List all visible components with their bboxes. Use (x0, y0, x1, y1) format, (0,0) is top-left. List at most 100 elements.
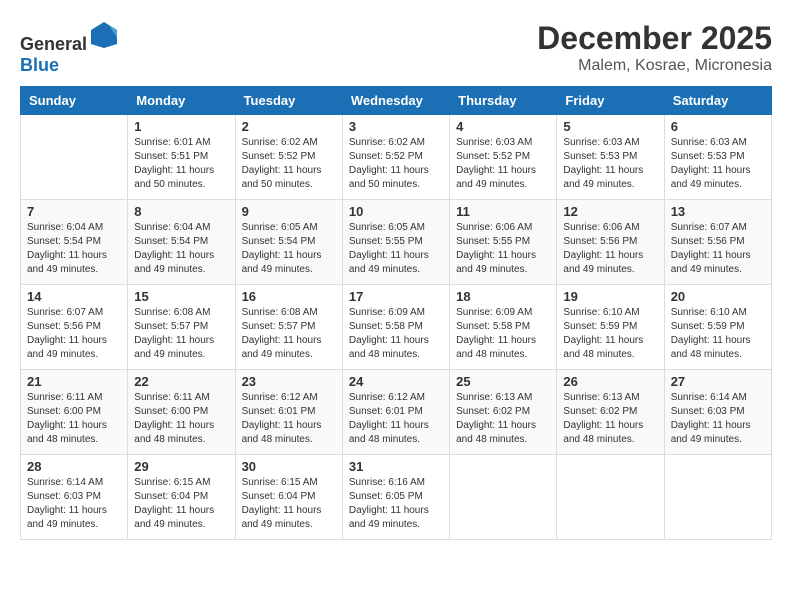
day-info: Sunrise: 6:11 AMSunset: 6:00 PMDaylight:… (134, 391, 228, 447)
calendar-day-cell: 6 Sunrise: 6:03 AMSunset: 5:53 PMDaylight… (664, 115, 771, 200)
day-number: 11 (456, 204, 550, 219)
day-number: 9 (242, 204, 336, 219)
day-number: 20 (671, 289, 765, 304)
day-info: Sunrise: 6:15 AMSunset: 6:04 PMDaylight:… (242, 476, 336, 532)
day-number: 16 (242, 289, 336, 304)
logo-general: General (20, 34, 87, 54)
day-info: Sunrise: 6:06 AMSunset: 5:55 PMDaylight:… (456, 221, 550, 277)
day-info: Sunrise: 6:10 AMSunset: 5:59 PMDaylight:… (671, 306, 765, 362)
day-number: 18 (456, 289, 550, 304)
day-info: Sunrise: 6:08 AMSunset: 5:57 PMDaylight:… (134, 306, 228, 362)
calendar-day-cell: 1 Sunrise: 6:01 AMSunset: 5:51 PMDaylight… (128, 115, 235, 200)
calendar-day-cell: 7 Sunrise: 6:04 AMSunset: 5:54 PMDaylight… (21, 200, 128, 285)
day-info: Sunrise: 6:01 AMSunset: 5:51 PMDaylight:… (134, 136, 228, 192)
calendar-day-cell: 31Sunrise: 6:16 AMSunset: 6:05 PMDayligh… (342, 455, 449, 540)
calendar-day-cell: 19Sunrise: 6:10 AMSunset: 5:59 PMDayligh… (557, 285, 664, 370)
calendar-day-cell: 12 Sunrise: 6:06 AMSunset: 5:56 PMDayligh… (557, 200, 664, 285)
day-number: 26 (563, 374, 657, 389)
calendar-day-cell (557, 455, 664, 540)
day-info: Sunrise: 6:02 AMSunset: 5:52 PMDaylight:… (349, 136, 443, 192)
calendar-body: 1 Sunrise: 6:01 AMSunset: 5:51 PMDaylight… (21, 115, 772, 540)
day-number: 2 (242, 119, 336, 134)
calendar-day-cell (21, 115, 128, 200)
calendar-day-cell: 27Sunrise: 6:14 AMSunset: 6:03 PMDayligh… (664, 370, 771, 455)
day-info: Sunrise: 6:08 AMSunset: 5:57 PMDaylight:… (242, 306, 336, 362)
day-info: Sunrise: 6:05 AMSunset: 5:54 PMDaylight:… (242, 221, 336, 277)
day-number: 23 (242, 374, 336, 389)
day-info: Sunrise: 6:07 AMSunset: 5:56 PMDaylight:… (671, 221, 765, 277)
logo-blue: Blue (20, 55, 59, 75)
day-number: 12 (563, 204, 657, 219)
calendar-day-cell: 29 Sunrise: 6:15 AMSunset: 6:04 PMDayligh… (128, 455, 235, 540)
calendar-header-row: SundayMondayTuesdayWednesdayThursdayFrid… (21, 87, 772, 115)
calendar-day-cell: 15 Sunrise: 6:08 AMSunset: 5:57 PMDayligh… (128, 285, 235, 370)
calendar-day-cell: 20 Sunrise: 6:10 AMSunset: 5:59 PMDayligh… (664, 285, 771, 370)
day-number: 27 (671, 374, 765, 389)
calendar-day-cell: 2 Sunrise: 6:02 AMSunset: 5:52 PMDaylight… (235, 115, 342, 200)
day-info: Sunrise: 6:11 AMSunset: 6:00 PMDaylight:… (27, 391, 121, 447)
day-number: 13 (671, 204, 765, 219)
logo-icon (89, 20, 119, 50)
calendar-day-cell: 3Sunrise: 6:02 AMSunset: 5:52 PMDaylight… (342, 115, 449, 200)
day-number: 28 (27, 459, 121, 474)
calendar-week-row: 21Sunrise: 6:11 AMSunset: 6:00 PMDayligh… (21, 370, 772, 455)
day-info: Sunrise: 6:14 AMSunset: 6:03 PMDaylight:… (27, 476, 121, 532)
calendar-weekday-header: Tuesday (235, 87, 342, 115)
day-number: 6 (671, 119, 765, 134)
day-info: Sunrise: 6:09 AMSunset: 5:58 PMDaylight:… (349, 306, 443, 362)
calendar-day-cell: 5Sunrise: 6:03 AMSunset: 5:53 PMDaylight… (557, 115, 664, 200)
calendar-table: SundayMondayTuesdayWednesdayThursdayFrid… (20, 86, 772, 540)
calendar-day-cell: 24Sunrise: 6:12 AMSunset: 6:01 PMDayligh… (342, 370, 449, 455)
calendar-day-cell: 18 Sunrise: 6:09 AMSunset: 5:58 PMDayligh… (450, 285, 557, 370)
day-number: 15 (134, 289, 228, 304)
calendar-weekday-header: Friday (557, 87, 664, 115)
calendar-weekday-header: Thursday (450, 87, 557, 115)
calendar-day-cell: 30 Sunrise: 6:15 AMSunset: 6:04 PMDayligh… (235, 455, 342, 540)
calendar-day-cell: 10Sunrise: 6:05 AMSunset: 5:55 PMDayligh… (342, 200, 449, 285)
calendar-day-cell: 4 Sunrise: 6:03 AMSunset: 5:52 PMDaylight… (450, 115, 557, 200)
day-info: Sunrise: 6:03 AMSunset: 5:53 PMDaylight:… (671, 136, 765, 192)
day-info: Sunrise: 6:15 AMSunset: 6:04 PMDaylight:… (134, 476, 228, 532)
day-number: 30 (242, 459, 336, 474)
day-info: Sunrise: 6:04 AMSunset: 5:54 PMDaylight:… (27, 221, 121, 277)
day-info: Sunrise: 6:05 AMSunset: 5:55 PMDaylight:… (349, 221, 443, 277)
day-info: Sunrise: 6:16 AMSunset: 6:05 PMDaylight:… (349, 476, 443, 532)
calendar-day-cell (664, 455, 771, 540)
calendar-week-row: 7 Sunrise: 6:04 AMSunset: 5:54 PMDaylight… (21, 200, 772, 285)
day-number: 7 (27, 204, 121, 219)
calendar-week-row: 1 Sunrise: 6:01 AMSunset: 5:51 PMDaylight… (21, 115, 772, 200)
calendar-day-cell: 9 Sunrise: 6:05 AMSunset: 5:54 PMDaylight… (235, 200, 342, 285)
calendar-weekday-header: Monday (128, 87, 235, 115)
calendar-day-cell: 17Sunrise: 6:09 AMSunset: 5:58 PMDayligh… (342, 285, 449, 370)
day-info: Sunrise: 6:12 AMSunset: 6:01 PMDaylight:… (242, 391, 336, 447)
day-info: Sunrise: 6:06 AMSunset: 5:56 PMDaylight:… (563, 221, 657, 277)
month-title: December 2025 (537, 20, 772, 57)
calendar-day-cell: 23 Sunrise: 6:12 AMSunset: 6:01 PMDayligh… (235, 370, 342, 455)
day-number: 22 (134, 374, 228, 389)
calendar-weekday-header: Saturday (664, 87, 771, 115)
calendar-week-row: 28 Sunrise: 6:14 AMSunset: 6:03 PMDayligh… (21, 455, 772, 540)
calendar-day-cell: 25Sunrise: 6:13 AMSunset: 6:02 PMDayligh… (450, 370, 557, 455)
day-number: 1 (134, 119, 228, 134)
day-info: Sunrise: 6:03 AMSunset: 5:53 PMDaylight:… (563, 136, 657, 192)
location-title: Malem, Kosrae, Micronesia (537, 57, 772, 75)
day-info: Sunrise: 6:02 AMSunset: 5:52 PMDaylight:… (242, 136, 336, 192)
calendar-day-cell: 14Sunrise: 6:07 AMSunset: 5:56 PMDayligh… (21, 285, 128, 370)
calendar-day-cell: 26Sunrise: 6:13 AMSunset: 6:02 PMDayligh… (557, 370, 664, 455)
calendar-weekday-header: Sunday (21, 87, 128, 115)
calendar-weekday-header: Wednesday (342, 87, 449, 115)
title-section: December 2025 Malem, Kosrae, Micronesia (537, 20, 772, 75)
logo: General Blue (20, 20, 119, 76)
calendar-week-row: 14Sunrise: 6:07 AMSunset: 5:56 PMDayligh… (21, 285, 772, 370)
day-number: 4 (456, 119, 550, 134)
day-info: Sunrise: 6:10 AMSunset: 5:59 PMDaylight:… (563, 306, 657, 362)
day-info: Sunrise: 6:07 AMSunset: 5:56 PMDaylight:… (27, 306, 121, 362)
calendar-day-cell: 21Sunrise: 6:11 AMSunset: 6:00 PMDayligh… (21, 370, 128, 455)
calendar-day-cell: 11 Sunrise: 6:06 AMSunset: 5:55 PMDayligh… (450, 200, 557, 285)
calendar-day-cell: 8Sunrise: 6:04 AMSunset: 5:54 PMDaylight… (128, 200, 235, 285)
day-info: Sunrise: 6:09 AMSunset: 5:58 PMDaylight:… (456, 306, 550, 362)
day-info: Sunrise: 6:03 AMSunset: 5:52 PMDaylight:… (456, 136, 550, 192)
calendar-day-cell: 13 Sunrise: 6:07 AMSunset: 5:56 PMDayligh… (664, 200, 771, 285)
day-number: 8 (134, 204, 228, 219)
day-number: 29 (134, 459, 228, 474)
